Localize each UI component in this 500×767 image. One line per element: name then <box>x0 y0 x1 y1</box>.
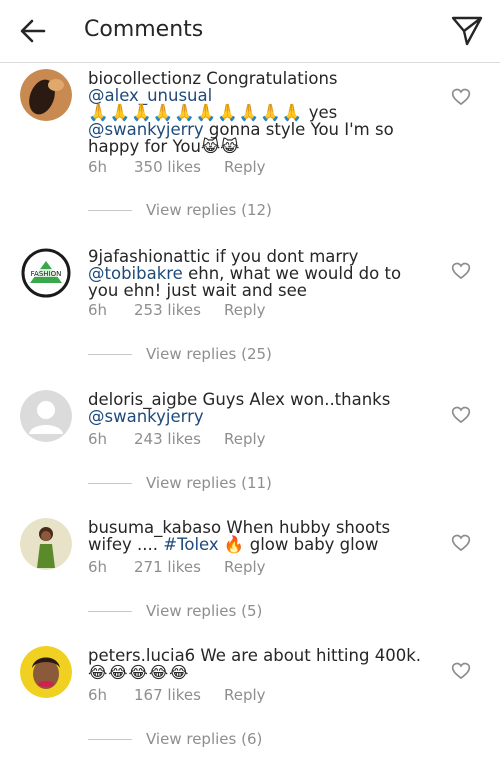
timestamp: 6h <box>88 158 108 176</box>
view-replies-label: View replies (6) <box>146 730 263 748</box>
view-replies[interactable]: View replies (6) <box>88 729 262 749</box>
heart-icon[interactable] <box>451 261 471 281</box>
divider <box>88 482 132 484</box>
view-replies-label: View replies (25) <box>146 345 272 363</box>
avatar[interactable] <box>20 390 72 442</box>
share-button[interactable] <box>448 12 486 50</box>
page-title: Comments <box>84 17 204 42</box>
timestamp: 6h <box>88 301 108 319</box>
svg-text:FASHION: FASHION <box>31 270 62 278</box>
comment-meta: 6h 253 likes Reply <box>88 301 266 319</box>
view-replies[interactable]: View replies (11) <box>88 473 272 493</box>
likes-count[interactable]: 243 likes <box>134 430 224 448</box>
likes-count[interactable]: 350 likes <box>134 158 224 176</box>
view-replies-label: View replies (5) <box>146 602 263 620</box>
top-bar: Comments <box>0 0 500 63</box>
hashtag-link[interactable]: #Tolex <box>163 535 218 554</box>
divider <box>88 610 132 612</box>
comment-text: peters.lucia6 We are about hitting 400k.… <box>88 647 433 681</box>
reply-button[interactable]: Reply <box>224 301 266 319</box>
comment-text: deloris_aigbe Guys Alex won..thanks @swa… <box>88 391 433 425</box>
comment-body: Congratulations <box>200 69 338 88</box>
view-replies-label: View replies (11) <box>146 474 272 492</box>
comment-meta: 6h 243 likes Reply <box>88 430 266 448</box>
heart-icon[interactable] <box>451 533 471 553</box>
back-button[interactable] <box>16 14 50 48</box>
timestamp: 6h <box>88 430 108 448</box>
avatar[interactable] <box>20 518 72 570</box>
comment-meta: 6h 350 likes Reply <box>88 158 266 176</box>
timestamp: 6h <box>88 686 108 704</box>
divider <box>88 353 132 355</box>
divider <box>88 738 132 740</box>
timestamp: 6h <box>88 558 108 576</box>
heart-icon[interactable] <box>451 661 471 681</box>
reply-button[interactable]: Reply <box>224 686 266 704</box>
emoji-text: 😂😂😂😂😂 <box>88 663 190 682</box>
avatar[interactable] <box>20 646 72 698</box>
view-replies-label: View replies (12) <box>146 201 272 219</box>
comment-meta: 6h 271 likes Reply <box>88 558 266 576</box>
avatar[interactable] <box>20 69 72 121</box>
reply-button[interactable]: Reply <box>224 158 266 176</box>
comment-meta: 6h 167 likes Reply <box>88 686 266 704</box>
heart-icon[interactable] <box>451 405 471 425</box>
view-replies[interactable]: View replies (12) <box>88 200 272 220</box>
view-replies[interactable]: View replies (5) <box>88 601 262 621</box>
reply-button[interactable]: Reply <box>224 430 266 448</box>
comment-text: biocollectionz Congratulations @alex_unu… <box>88 70 433 155</box>
avatar[interactable]: FASHION <box>20 247 72 299</box>
mention[interactable]: @swankyjerry <box>88 407 204 426</box>
heart-icon[interactable] <box>451 87 471 107</box>
comment-text: 9jafashionattic if you dont marry @tobib… <box>88 248 433 299</box>
likes-count[interactable]: 167 likes <box>134 686 224 704</box>
divider <box>88 209 132 211</box>
comment-body: Guys Alex won..thanks <box>197 390 391 409</box>
send-icon <box>451 16 483 46</box>
comment-body: 🔥 glow baby glow <box>218 535 379 554</box>
arrow-left-icon <box>20 19 46 43</box>
likes-count[interactable]: 271 likes <box>134 558 224 576</box>
comment-body: We are about hitting 400k. <box>195 646 421 665</box>
comment-text: busuma_kabaso When hubby shoots wifey ..… <box>88 519 433 553</box>
reply-button[interactable]: Reply <box>224 558 266 576</box>
view-replies[interactable]: View replies (25) <box>88 344 272 364</box>
likes-count[interactable]: 253 likes <box>134 301 224 319</box>
